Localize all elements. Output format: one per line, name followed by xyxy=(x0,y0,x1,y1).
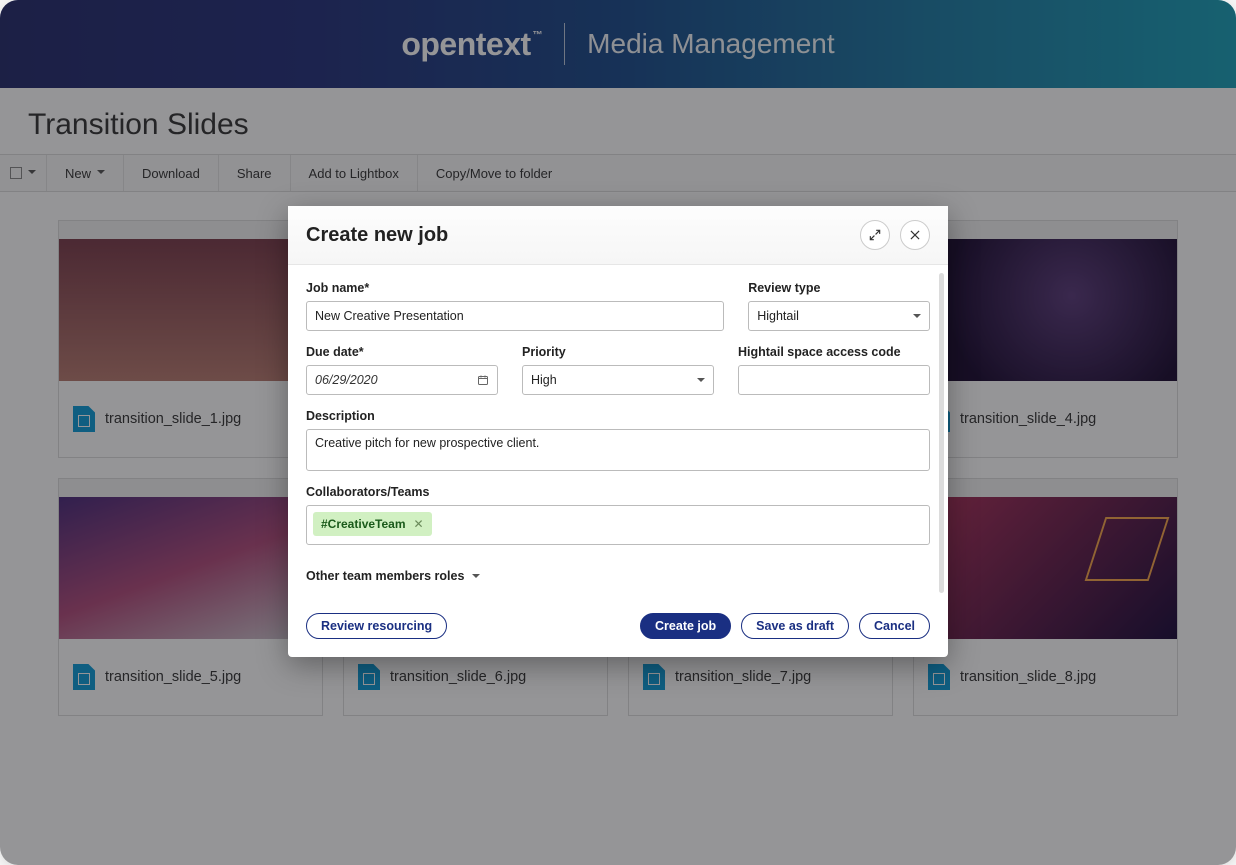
chevron-down-icon xyxy=(697,378,705,386)
due-date-label: Due date* xyxy=(306,345,498,359)
tag-label: #CreativeTeam xyxy=(321,517,406,531)
access-code-input[interactable] xyxy=(738,365,930,395)
due-date-field: Due date* 06/29/2020 xyxy=(306,345,498,395)
expand-icon xyxy=(868,228,882,242)
priority-field: Priority High xyxy=(522,345,714,395)
review-resourcing-button[interactable]: Review resourcing xyxy=(306,613,447,639)
description-label: Description xyxy=(306,409,930,423)
save-draft-button[interactable]: Save as draft xyxy=(741,613,849,639)
access-code-field: Hightail space access code xyxy=(738,345,930,395)
modal-footer: Review resourcing Create job Save as dra… xyxy=(288,601,948,657)
description-input[interactable] xyxy=(306,429,930,471)
collaborators-input[interactable]: #CreativeTeam ✕ xyxy=(306,505,930,545)
create-job-button[interactable]: Create job xyxy=(640,613,731,639)
cancel-button[interactable]: Cancel xyxy=(859,613,930,639)
calendar-icon xyxy=(477,374,489,386)
modal-footer-right: Create job Save as draft Cancel xyxy=(640,613,930,639)
app-window: opentext ™ Media Management Transition S… xyxy=(0,0,1236,865)
due-date-value: 06/29/2020 xyxy=(315,373,378,387)
due-date-input[interactable]: 06/29/2020 xyxy=(306,365,498,395)
modal-header-actions xyxy=(860,220,930,250)
priority-label: Priority xyxy=(522,345,714,359)
close-icon xyxy=(908,228,922,242)
collaborator-tag: #CreativeTeam ✕ xyxy=(313,512,432,536)
review-type-label: Review type xyxy=(748,281,930,295)
modal-body: Job name* Review type Hightail Due date* xyxy=(288,265,948,601)
close-button[interactable] xyxy=(900,220,930,250)
collaborators-label: Collaborators/Teams xyxy=(306,485,930,499)
job-name-field: Job name* xyxy=(306,281,724,331)
review-type-field: Review type Hightail xyxy=(748,281,930,331)
create-job-modal: Create new job Job name* xyxy=(288,206,948,657)
review-type-value: Hightail xyxy=(757,309,799,323)
tag-remove-icon[interactable]: ✕ xyxy=(414,517,424,531)
modal-header: Create new job xyxy=(288,206,948,265)
other-roles-accordion[interactable]: Other team members roles xyxy=(306,563,930,593)
priority-select[interactable]: High xyxy=(522,365,714,395)
priority-value: High xyxy=(531,373,557,387)
access-code-label: Hightail space access code xyxy=(738,345,930,359)
description-field: Description xyxy=(306,409,930,471)
other-roles-label: Other team members roles xyxy=(306,569,464,583)
review-type-select[interactable]: Hightail xyxy=(748,301,930,331)
job-name-input[interactable] xyxy=(306,301,724,331)
job-name-label: Job name* xyxy=(306,281,724,295)
modal-title: Create new job xyxy=(306,224,448,247)
chevron-down-icon xyxy=(913,314,921,322)
chevron-down-icon xyxy=(472,574,480,582)
expand-button[interactable] xyxy=(860,220,890,250)
modal-overlay: Create new job Job name* xyxy=(0,0,1236,865)
